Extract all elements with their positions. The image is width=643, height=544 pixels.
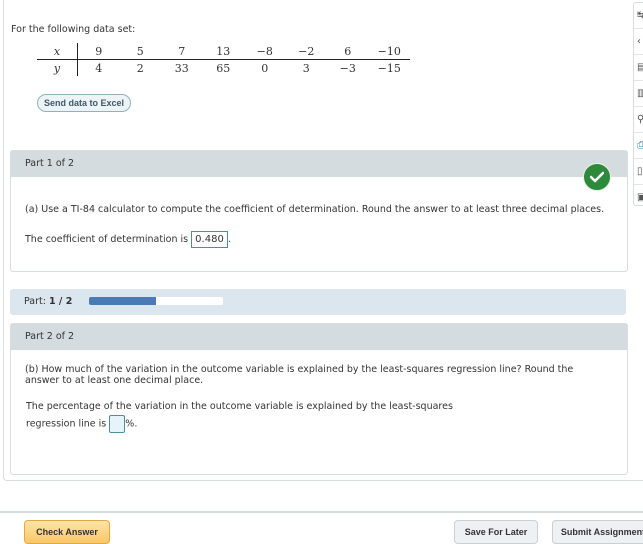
- x-row: x 9 5 7 13 −8 −2 6 −10: [37, 43, 410, 60]
- part1-question: (a) Use a TI-84 calculator to compute th…: [25, 204, 605, 215]
- calculator-icon[interactable]: ▥: [634, 81, 643, 107]
- x-value: −8: [244, 43, 286, 60]
- expand-icon[interactable]: ↹: [634, 3, 643, 29]
- x-value: 7: [161, 43, 203, 60]
- y-value: −3: [339, 61, 356, 75]
- progress-label: Part: 1 / 2: [24, 296, 72, 307]
- y-row: y 4 2 33 65 0 3 −3 −15: [37, 59, 410, 76]
- x-value: 6: [327, 43, 369, 60]
- y-label: y: [37, 59, 78, 76]
- part2-question: (b) How much of the variation in the out…: [25, 364, 574, 386]
- progress-value: 1 / 2: [49, 296, 73, 307]
- y-value: −15: [377, 61, 401, 75]
- part2-header: Part 2 of 2: [11, 324, 627, 350]
- intro-text: For the following data set:: [11, 24, 136, 35]
- progress-track: [89, 297, 223, 305]
- collapse-icon[interactable]: ‹: [634, 29, 643, 55]
- part2-panel: Part 2 of 2 (b) How much of the variatio…: [10, 323, 628, 475]
- y-value: 3: [302, 61, 310, 75]
- x-label: x: [37, 43, 78, 60]
- part2-answer-prefix: regression line is: [26, 418, 107, 430]
- textbook-icon[interactable]: ▣: [634, 185, 643, 210]
- correct-check-icon: [583, 163, 611, 191]
- y-value: 0: [261, 61, 269, 75]
- x-value: 9: [77, 43, 120, 60]
- progress-label-text: Part:: [24, 296, 46, 307]
- part2-answer-line1: The percentage of the variation in the o…: [26, 401, 453, 412]
- save-for-later-button[interactable]: Save For Later: [454, 520, 538, 544]
- y-value: 65: [216, 61, 231, 75]
- part-progress: Part: 1 / 2: [10, 289, 626, 315]
- side-toolbar: ↹ ‹ ▤ ▥ ⚲ ⎙ ▯ ▣: [633, 2, 643, 206]
- reference-icon[interactable]: ▯: [634, 159, 643, 185]
- footer-divider: [0, 511, 643, 513]
- y-value: 33: [174, 61, 189, 75]
- part1-answer-line: The coefficient of determination is 0.48…: [25, 231, 231, 248]
- part2-answer-field[interactable]: [109, 415, 126, 433]
- part2-answer-suffix: %.: [125, 418, 138, 430]
- y-value: 4: [95, 61, 103, 75]
- search-icon[interactable]: ⚲: [634, 107, 643, 133]
- notes-icon[interactable]: ▤: [634, 55, 643, 81]
- part1-panel: Part 1 of 2 (a) Use a TI-84 calculator t…: [10, 150, 628, 272]
- send-to-excel-button[interactable]: Send data to Excel: [37, 94, 131, 112]
- x-value: 13: [202, 43, 244, 60]
- part1-answer-prefix: The coefficient of determination is: [25, 234, 189, 245]
- x-value: −2: [285, 43, 327, 60]
- part2-answer-line2: regression line is %.: [26, 415, 137, 433]
- x-value: −10: [368, 43, 410, 60]
- print-icon[interactable]: ⎙: [634, 133, 643, 159]
- part1-answer-suffix: .: [227, 234, 231, 245]
- part1-header: Part 1 of 2: [11, 151, 627, 177]
- check-answer-button[interactable]: Check Answer: [24, 520, 110, 544]
- y-value: 2: [136, 61, 144, 75]
- part1-answer-field[interactable]: 0.480: [191, 231, 228, 248]
- submit-assignment-button[interactable]: Submit Assignment: [552, 520, 643, 544]
- progress-fill: [89, 297, 156, 305]
- x-value: 5: [119, 43, 161, 60]
- data-table: x 9 5 7 13 −8 −2 6 −10 y 4 2 33 65 0 3 −…: [37, 43, 410, 76]
